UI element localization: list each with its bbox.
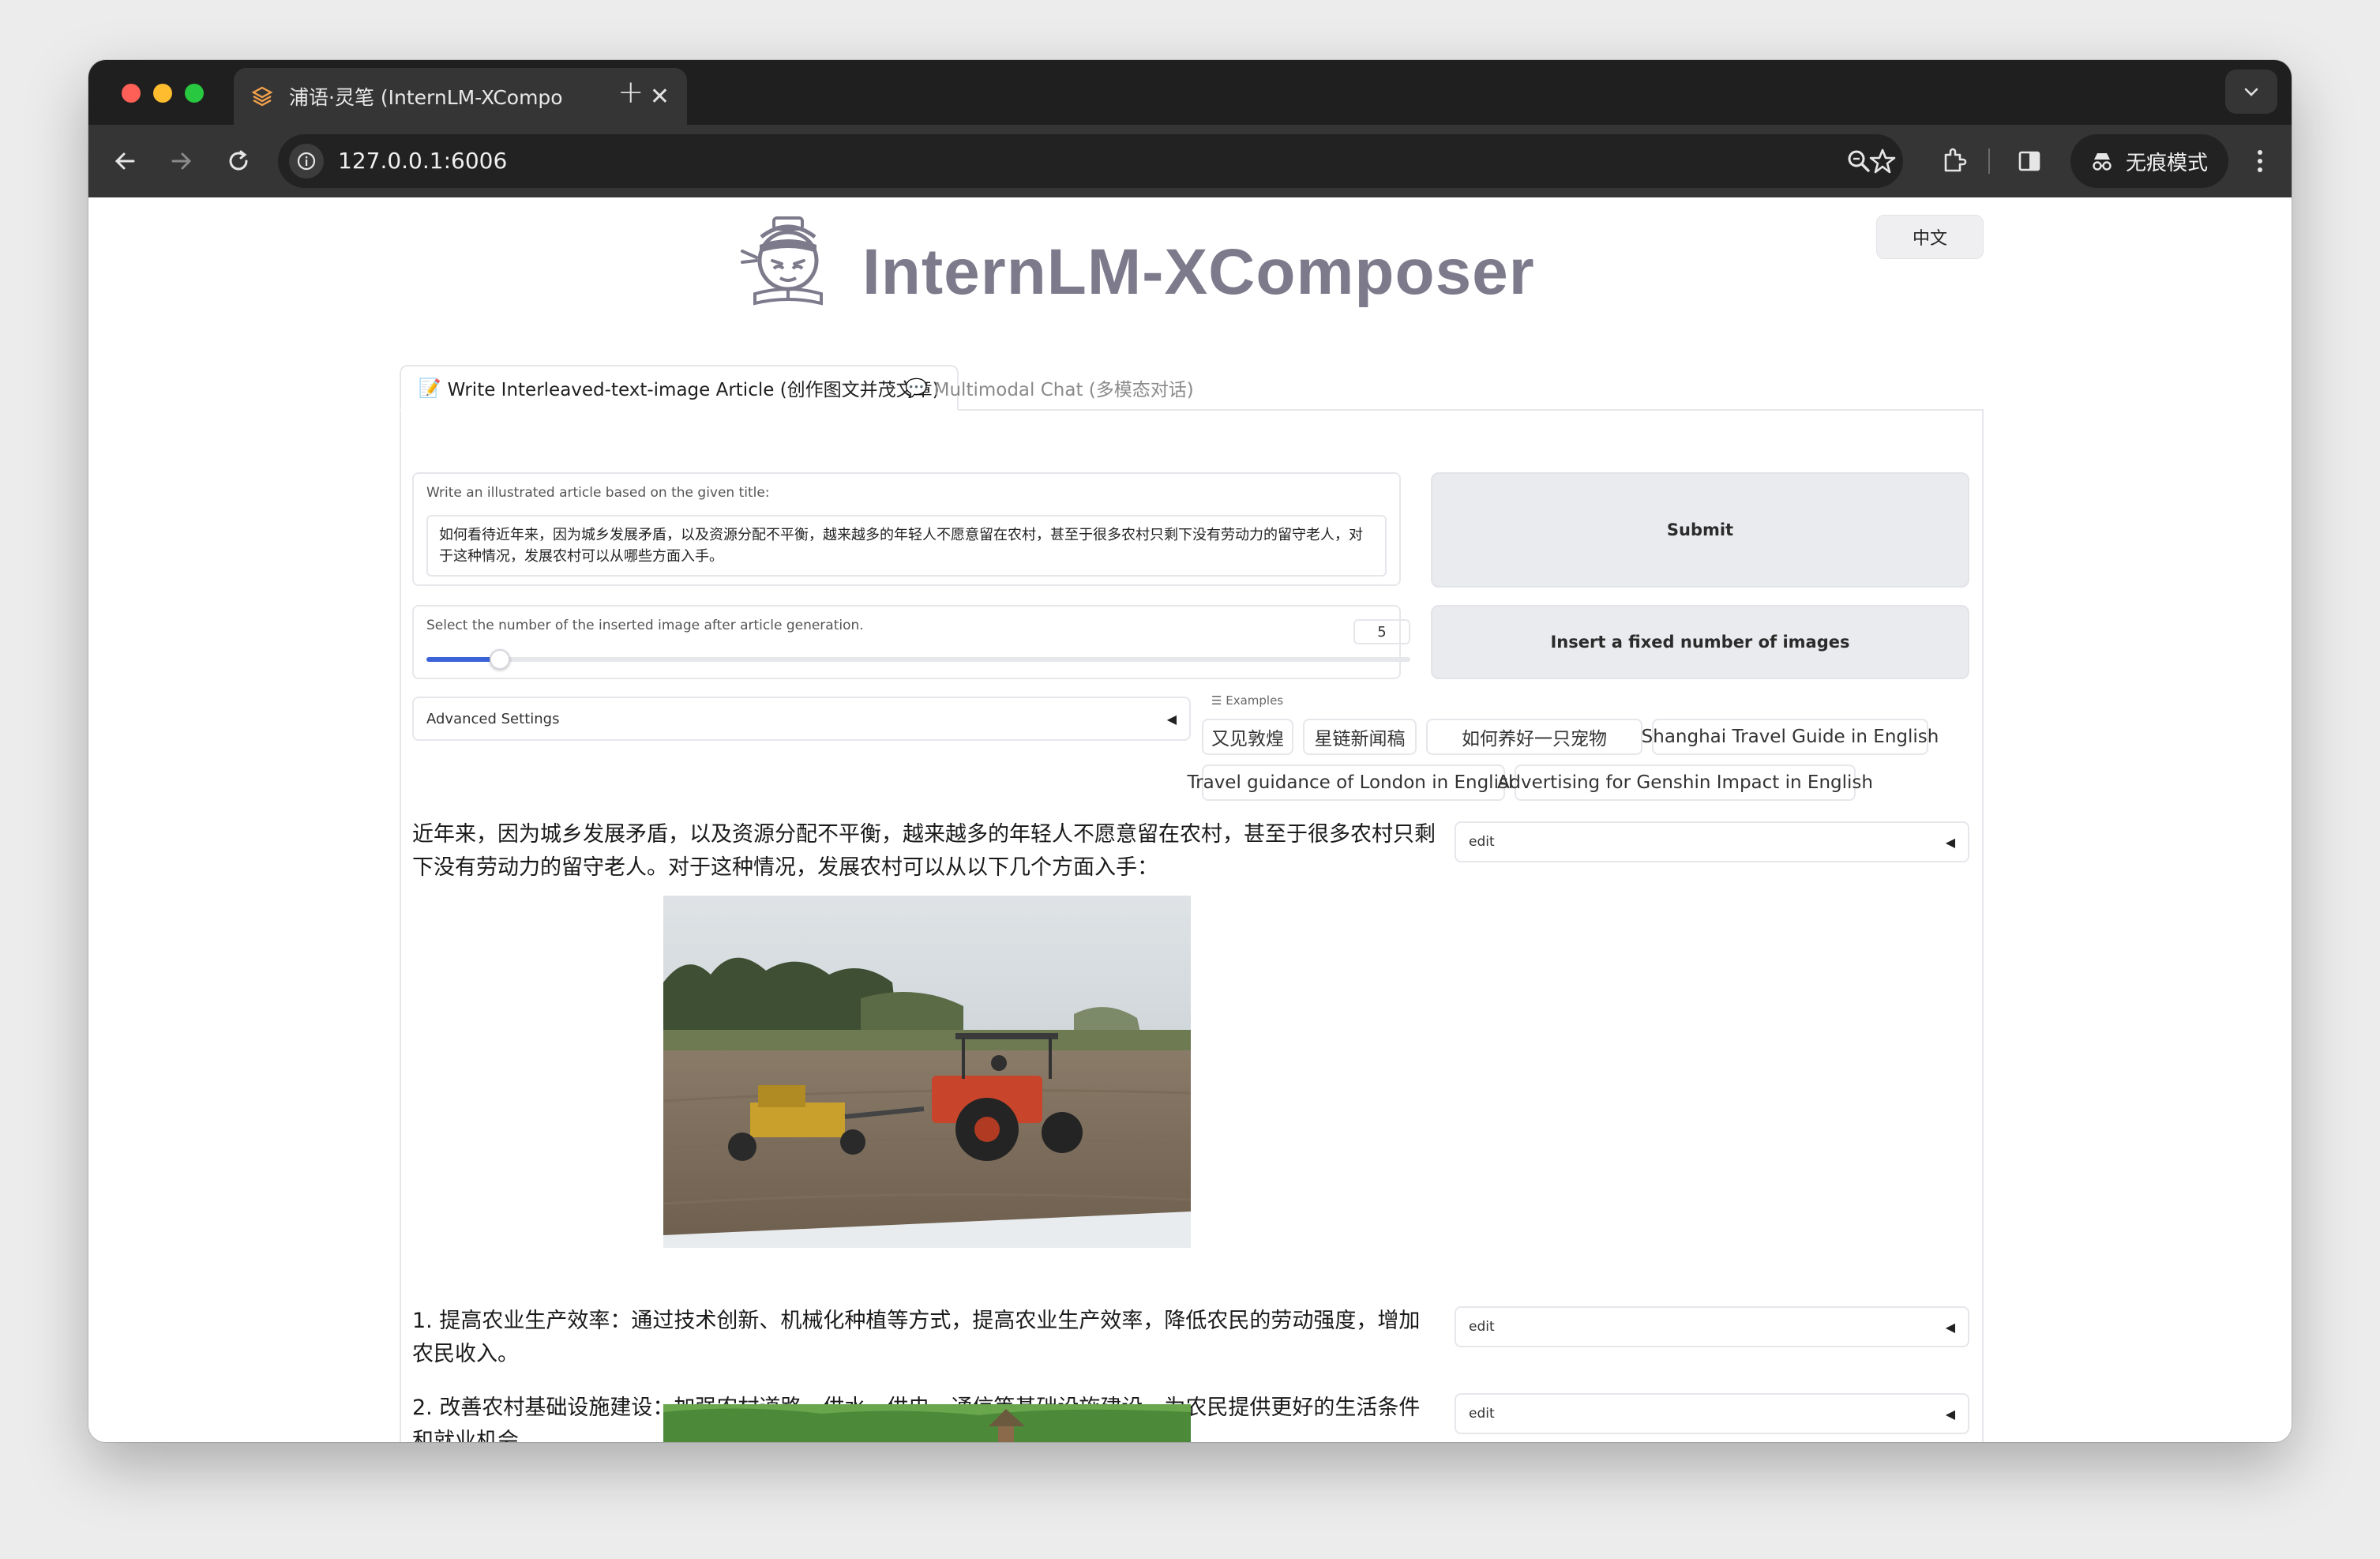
slider-fill bbox=[426, 657, 501, 662]
browser-toolbar: 127.0.0.1:6006 无痕模式 bbox=[88, 125, 2292, 197]
extensions-icon[interactable] bbox=[1935, 142, 1973, 180]
image-count-label: Select the number of the inserted image … bbox=[426, 618, 864, 633]
star-icon[interactable] bbox=[1864, 142, 1901, 180]
tab-title: 浦语·灵笔 (InternLM-XCompo bbox=[289, 86, 563, 109]
tab-write-article-label: Write Interleaved-text-image Article (创作… bbox=[447, 380, 940, 400]
tab-search-button[interactable] bbox=[2225, 69, 2277, 114]
maximize-window-button[interactable] bbox=[185, 84, 204, 103]
edit-accordion[interactable]: edit ◀ bbox=[1455, 1306, 1969, 1347]
new-tab-button[interactable]: + bbox=[618, 74, 644, 111]
speech-bubble-icon: 💬 bbox=[905, 378, 928, 399]
chevron-down-icon bbox=[2244, 88, 2258, 96]
address-bar[interactable]: 127.0.0.1:6006 bbox=[278, 134, 1903, 188]
close-window-button[interactable] bbox=[122, 84, 141, 103]
example-chip[interactable]: 又见敦煌 bbox=[1202, 719, 1293, 755]
rice-field-farmer-image bbox=[663, 1404, 1191, 1442]
prompt-textarea[interactable]: 如何看待近年来，因为城乡发展矛盾，以及资源分配不平衡，越来越多的年轻人不愿意留在… bbox=[426, 515, 1387, 577]
minimize-window-button[interactable] bbox=[153, 84, 172, 103]
advanced-settings-label: Advanced Settings bbox=[426, 710, 560, 727]
toolbar-separator bbox=[1988, 148, 1990, 174]
tab-multimodal-chat-label: Multimodal Chat (多模态对话) bbox=[933, 380, 1194, 400]
incognito-icon bbox=[2093, 153, 2112, 171]
image-count-panel: Select the number of the inserted image … bbox=[412, 605, 1410, 679]
examples-title: ☰ Examples bbox=[1211, 693, 1284, 708]
edit-label: edit bbox=[1469, 834, 1495, 850]
prompt-panel: Write an illustrated article based on th… bbox=[412, 472, 1401, 586]
forward-arrow-icon[interactable] bbox=[161, 141, 202, 182]
slider-handle[interactable] bbox=[490, 649, 511, 670]
collapse-arrow-icon: ◀ bbox=[1945, 834, 1955, 850]
tab-multimodal-chat[interactable]: 💬 Multimodal Chat (多模态对话) bbox=[905, 365, 1194, 411]
image-count-slider[interactable] bbox=[426, 649, 1410, 670]
example-chip[interactable]: 如何养好一只宠物 bbox=[1426, 719, 1642, 755]
article-paragraph: 1. 提高农业生产效率：通过技术创新、机械化种植等方式，提高农业生产效率，降低农… bbox=[412, 1309, 1421, 1366]
url-text[interactable]: 127.0.0.1:6006 bbox=[338, 148, 507, 174]
edit-accordion[interactable]: edit ◀ bbox=[1455, 821, 1969, 862]
example-chip[interactable]: Advertising for Genshin Impact in Englis… bbox=[1497, 764, 1873, 801]
tab-strip: 浦语·灵笔 (InternLM-XCompo ✕ + bbox=[88, 60, 2292, 125]
kebab-menu-icon[interactable] bbox=[2244, 142, 2276, 180]
example-chip[interactable]: 星链新闻稿 bbox=[1303, 719, 1417, 755]
incognito-badge[interactable]: 无痕模式 bbox=[2070, 134, 2228, 188]
collapse-arrow-icon: ◀ bbox=[1945, 1319, 1955, 1335]
info-icon[interactable] bbox=[289, 144, 324, 178]
submit-button[interactable]: Submit bbox=[1431, 472, 1969, 588]
tab-close-icon[interactable]: ✕ bbox=[650, 83, 670, 111]
incognito-label: 无痕模式 bbox=[2126, 151, 2209, 175]
internlm-mascot-logo bbox=[741, 216, 823, 306]
mode-tabs: 📝 Write Interleaved-text-image Article (… bbox=[400, 365, 1984, 411]
edit-label: edit bbox=[1469, 1319, 1495, 1335]
side-panel-icon[interactable] bbox=[2010, 142, 2048, 180]
collapse-arrow-icon: ◀ bbox=[1945, 1406, 1955, 1422]
tab-write-article[interactable]: 📝 Write Interleaved-text-image Article (… bbox=[400, 365, 959, 411]
tractor-field-image bbox=[663, 896, 1191, 1248]
edit-accordion[interactable]: edit ◀ bbox=[1455, 1393, 1969, 1434]
example-chip[interactable]: Travel guidance of London in English bbox=[1187, 764, 1520, 801]
edit-label: edit bbox=[1469, 1406, 1495, 1422]
advanced-settings-accordion[interactable]: Advanced Settings ◀ bbox=[412, 697, 1191, 741]
language-toggle-button[interactable]: 中文 bbox=[1876, 215, 1984, 259]
reload-icon[interactable] bbox=[218, 141, 259, 182]
web-page: InternLM-XComposer 中文 📝 Write Interleave… bbox=[88, 197, 2292, 1442]
gradio-favicon-icon bbox=[251, 86, 273, 107]
image-count-number-input[interactable]: 5 bbox=[1353, 619, 1410, 644]
memo-icon: 📝 bbox=[419, 378, 441, 399]
prompt-label: Write an illustrated article based on th… bbox=[426, 485, 770, 501]
app-title: InternLM-XComposer bbox=[862, 236, 1535, 308]
example-chip[interactable]: Shanghai Travel Guide in English bbox=[1642, 719, 1939, 755]
collapse-arrow-icon: ◀ bbox=[1166, 711, 1177, 727]
article-paragraph: 近年来，因为城乡发展矛盾，以及资源分配不平衡，越来越多的年轻人不愿意留在农村，甚… bbox=[412, 822, 1436, 880]
browser-window: 浦语·灵笔 (InternLM-XCompo ✕ + 127.0.0.1:600… bbox=[88, 60, 2292, 1442]
back-arrow-icon[interactable] bbox=[104, 141, 145, 182]
insert-fixed-images-button[interactable]: Insert a fixed number of images bbox=[1431, 605, 1969, 679]
